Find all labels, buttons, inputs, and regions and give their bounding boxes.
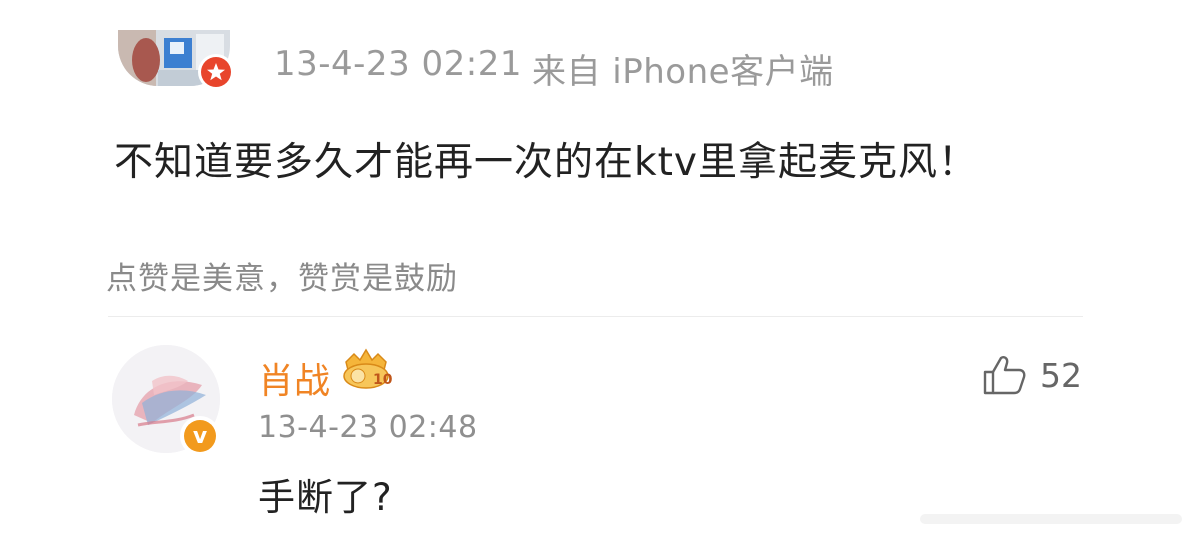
post-source: 来自 iPhone客户端 xyxy=(532,52,834,92)
thumbs-up-icon[interactable] xyxy=(982,354,1026,396)
reply-timestamp: 13-4-23 02:48 xyxy=(258,410,478,445)
reply-username[interactable]: 肖战 xyxy=(258,352,330,404)
crown-level-badge-icon: 10 xyxy=(338,348,394,392)
reply-text: 手断了? xyxy=(258,476,393,519)
svg-text:10: 10 xyxy=(373,372,393,388)
post-content: 不知道要多久才能再一次的在ktv里拿起麦克风！ xyxy=(114,140,978,185)
divider xyxy=(108,316,1083,317)
red-star-badge-icon xyxy=(198,54,234,90)
post-timestamp: 13-4-23 02:21 xyxy=(274,44,522,84)
reward-hint[interactable]: 点赞是美意，赞赏是鼓励 xyxy=(106,253,458,298)
watermark xyxy=(920,508,1182,530)
verified-badge-icon: v xyxy=(180,416,220,456)
like-count: 52 xyxy=(1040,356,1082,395)
